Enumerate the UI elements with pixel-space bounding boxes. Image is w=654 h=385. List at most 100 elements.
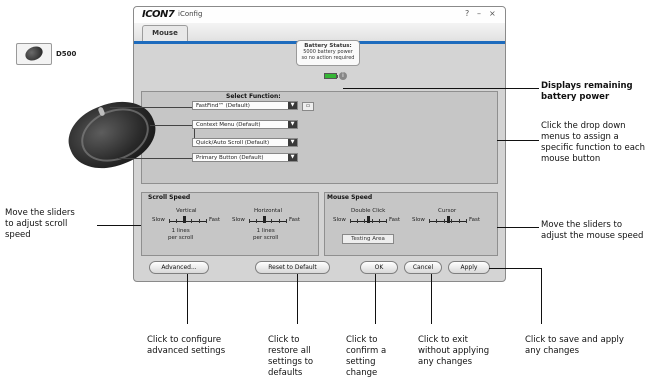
info-icon[interactable]: i xyxy=(339,72,347,80)
slider-tick xyxy=(286,219,287,223)
callout-line-apply-h xyxy=(489,268,541,269)
cursor-slider[interactable] xyxy=(429,216,467,223)
tab-mouse[interactable]: Mouse xyxy=(142,25,188,42)
chevron-down-icon: ▼ xyxy=(288,139,297,146)
battery-icon-tip xyxy=(337,75,338,78)
slider-tick xyxy=(364,219,365,223)
app-title: iConfig xyxy=(178,10,203,18)
horizontal-slow-label: Slow xyxy=(232,217,245,223)
callout-line-advanced xyxy=(187,274,188,324)
apply-button[interactable]: Apply xyxy=(448,261,490,274)
slider-tick xyxy=(372,219,373,223)
advanced-button[interactable]: Advanced... xyxy=(149,261,209,274)
slider-thumb[interactable] xyxy=(447,216,450,223)
title-bar: ICON7 iConfig ? – × xyxy=(134,7,505,23)
function-dropdown-fastfind[interactable]: FastFind™ (Default) ▼ xyxy=(192,101,298,110)
slider-tick xyxy=(436,219,437,223)
callout-ok: Click to confirm a setting change xyxy=(346,335,387,378)
function-dropdown-context-menu[interactable]: Context Menu (Default) ▼ xyxy=(192,120,298,129)
slider-tick xyxy=(271,219,272,223)
horizontal-fast-label: Fast xyxy=(289,217,301,223)
slider-tick xyxy=(350,219,351,223)
double-click-slider[interactable] xyxy=(350,216,387,223)
slider-tick xyxy=(444,219,445,223)
slider-tick xyxy=(191,219,192,223)
close-icon[interactable]: × xyxy=(489,9,496,18)
callout-line-dropdowns xyxy=(497,140,539,141)
callout-line-mouse-speed xyxy=(497,227,539,228)
slider-tick xyxy=(279,219,280,223)
slider-track xyxy=(169,221,207,222)
double-click-slow-label: Slow xyxy=(333,217,346,223)
callout-scroll: Move the sliders to adjust scroll speed xyxy=(5,208,75,240)
slider-tick xyxy=(199,219,200,223)
vertical-value: 1 lines per scroll xyxy=(168,228,194,241)
minimize-icon[interactable]: – xyxy=(477,9,481,18)
callout-apply: Click to save and apply any changes xyxy=(525,335,624,356)
callout-line-cancel xyxy=(431,274,432,324)
ok-button[interactable]: OK xyxy=(360,261,398,274)
help-icon[interactable]: ? xyxy=(465,9,469,18)
battery-status-box: Battery Status: 5000 battery power so no… xyxy=(296,40,360,66)
horizontal-scroll-slider[interactable] xyxy=(249,216,287,223)
slider-tick xyxy=(206,219,207,223)
slider-tick xyxy=(256,219,257,223)
callout-mouse-speed: Move the sliders to adjust the mouse spe… xyxy=(541,220,644,241)
slider-tick xyxy=(357,219,358,223)
cursor-slow-label: Slow xyxy=(412,217,425,223)
callout-line-scroll xyxy=(97,225,141,226)
callout-battery: Displays remaining battery power xyxy=(541,81,633,102)
battery-icon[interactable] xyxy=(324,73,337,79)
slider-tick xyxy=(176,219,177,223)
select-function-title: Select Function: xyxy=(226,93,281,100)
chevron-down-icon: ▼ xyxy=(288,121,297,128)
vertical-slow-label: Slow xyxy=(152,217,165,223)
callout-dropdowns: Click the drop down menus to assign a sp… xyxy=(541,121,645,164)
leader-line-fastfind xyxy=(110,107,192,108)
cancel-button[interactable]: Cancel xyxy=(404,261,442,274)
horizontal-value: 1 lines per scroll xyxy=(253,228,279,241)
edit-function-button[interactable]: ▭ xyxy=(302,102,314,111)
double-click-fast-label: Fast xyxy=(389,217,401,223)
vertical-fast-label: Fast xyxy=(209,217,221,223)
slider-tick xyxy=(451,219,452,223)
device-thumbnail[interactable] xyxy=(16,43,52,65)
scroll-speed-panel xyxy=(141,192,319,256)
reset-to-default-button[interactable]: Reset to Default xyxy=(255,261,330,274)
slider-tick xyxy=(386,219,387,223)
callout-line-apply-v xyxy=(541,268,542,324)
chevron-down-icon: ▼ xyxy=(288,154,297,161)
mouse-speed-panel xyxy=(324,192,498,256)
leader-line-primary xyxy=(118,158,192,159)
callout-advanced: Click to configure advanced settings xyxy=(147,335,226,356)
icon7-logo: ICON7 xyxy=(142,9,175,20)
battery-status-line2: so no action required xyxy=(301,55,355,61)
testing-area[interactable]: Testing Area xyxy=(342,234,394,244)
scroll-speed-title: Scroll Speed xyxy=(148,194,191,201)
slider-tick xyxy=(429,219,430,223)
mouse-icon xyxy=(23,43,45,64)
double-click-label: Double Click xyxy=(351,208,386,214)
mouse-speed-title: Mouse Speed xyxy=(327,194,373,201)
slider-track xyxy=(249,221,287,222)
slider-thumb[interactable] xyxy=(263,216,266,223)
callout-line-ok xyxy=(375,274,376,324)
callout-line-battery xyxy=(343,88,539,89)
horizontal-label: Horizontal xyxy=(254,208,283,214)
cursor-label: Cursor xyxy=(438,208,457,214)
leader-line-context-h xyxy=(150,125,192,126)
vertical-label: Vertical xyxy=(176,208,197,214)
slider-thumb[interactable] xyxy=(183,216,186,223)
slider-thumb[interactable] xyxy=(367,216,370,223)
callout-line-reset xyxy=(297,274,298,324)
cursor-fast-label: Fast xyxy=(469,217,481,223)
slider-tick xyxy=(249,219,250,223)
vertical-scroll-slider[interactable] xyxy=(169,216,207,223)
callout-cancel: Click to exit without applying any chang… xyxy=(418,335,490,367)
device-name: D500 xyxy=(56,50,77,58)
chevron-down-icon: ▼ xyxy=(288,102,297,109)
slider-tick xyxy=(466,219,467,223)
function-dropdown-primary[interactable]: Primary Button (Default) ▼ xyxy=(192,153,298,162)
function-dropdown-quick-scroll[interactable]: Quick/Auto Scroll (Default) ▼ xyxy=(192,138,298,147)
slider-tick xyxy=(169,219,170,223)
